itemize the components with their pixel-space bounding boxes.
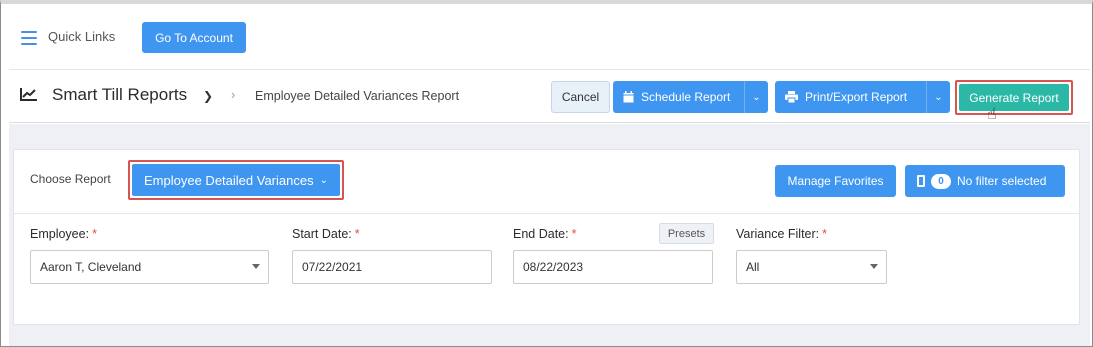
required-mark: * [571,227,577,241]
required-mark: * [354,227,360,241]
filter-icon [917,175,925,187]
chevron-down-icon[interactable]: ⌄ [744,81,768,113]
employee-value: Aaron T, Cleveland [40,260,142,274]
end-date-label-text: End Date: [513,227,569,241]
choose-report-highlight: Employee Detailed Variances ⌄ [128,160,344,200]
employee-label-text: Employee: [30,227,90,241]
end-date-value: 08/22/2023 [523,260,584,274]
chevron-down-icon: ⌄ [319,174,328,186]
line-chart-icon [20,88,37,101]
variance-filter-label: Variance Filter: * [736,227,827,241]
filter-button[interactable]: 0 No filter selected [905,165,1065,197]
calendar-icon [623,91,634,103]
go-to-account-button[interactable]: Go To Account [142,22,246,53]
divider [14,213,1079,214]
variance-filter-label-text: Variance Filter: [736,227,820,241]
end-date-label: End Date: * [513,227,576,241]
choose-report-value: Employee Detailed Variances [144,172,314,188]
start-date-label-text: Start Date: [292,227,352,241]
caret-down-icon [870,264,878,269]
start-date-input[interactable]: 07/22/2021 [292,250,492,284]
choose-report-dropdown[interactable]: Employee Detailed Variances ⌄ [132,164,340,196]
filter-count-badge: 0 [931,173,951,189]
schedule-report-button[interactable]: Schedule Report ⌄ [613,81,768,113]
filter-label: No filter selected [957,174,1047,188]
quick-links-link[interactable]: Quick Links [48,29,115,44]
hand-cursor-icon: ☝ [987,106,997,123]
app-window: Quick Links Go To Account Smart Till Rep… [0,0,1093,347]
end-date-input[interactable]: 08/22/2023 [513,250,713,284]
menu-icon[interactable] [21,31,37,45]
variance-filter-value: All [746,260,760,274]
chevron-right-icon: › [231,87,236,102]
page-title[interactable]: Smart Till Reports [52,85,187,105]
print-export-button[interactable]: Print/Export Report ⌄ [775,81,950,113]
generate-report-button[interactable]: Generate Report [959,84,1069,111]
presets-button[interactable]: Presets [659,223,714,244]
required-mark: * [822,227,828,241]
report-options-card: Choose Report Employee Detailed Variance… [13,149,1080,325]
manage-favorites-button[interactable]: Manage Favorites [775,165,896,197]
required-mark: * [92,227,97,241]
start-date-label: Start Date: * [292,227,360,241]
employee-label: Employee: * [30,227,97,241]
chevron-down-icon[interactable]: ⌄ [926,81,950,113]
cancel-button[interactable]: Cancel [551,81,610,113]
report-header: Smart Till Reports ❯ › Employee Detailed… [9,70,1090,123]
start-date-value: 07/22/2021 [302,260,363,274]
chevron-down-icon[interactable]: ❯ [203,89,213,103]
variance-filter-select[interactable]: All [736,250,887,284]
top-bar: Quick Links Go To Account [9,12,1090,70]
generate-highlight: Generate Report [955,80,1073,115]
schedule-report-label: Schedule Report [641,90,731,104]
caret-down-icon [252,264,260,269]
choose-report-label: Choose Report [30,172,111,186]
employee-select[interactable]: Aaron T, Cleveland [30,250,269,284]
breadcrumb: Employee Detailed Variances Report [255,89,460,103]
print-export-label: Print/Export Report [805,90,908,104]
print-icon [785,91,798,103]
